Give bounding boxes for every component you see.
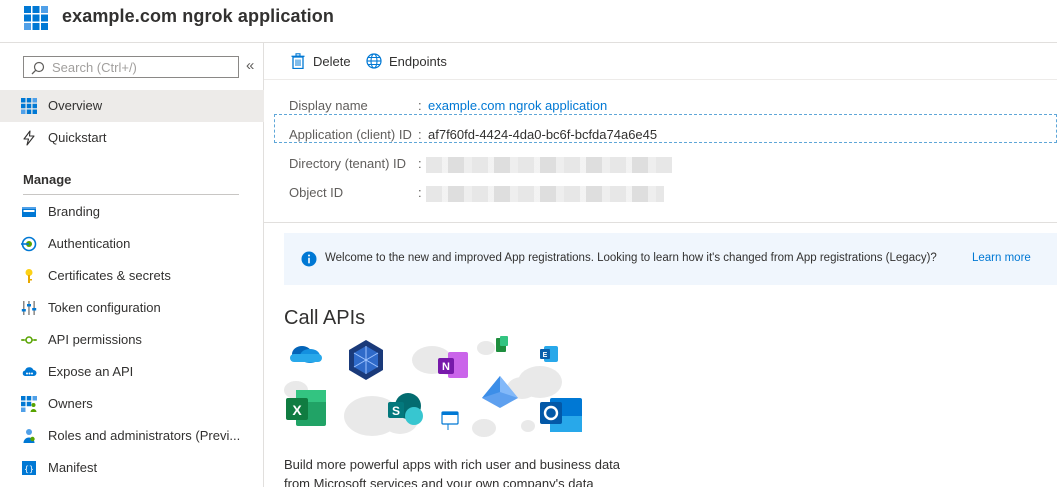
sidebar-item-overview[interactable]: Overview: [0, 90, 264, 122]
sidebar-item-certificates-secrets[interactable]: Certificates & secrets: [0, 260, 264, 292]
info-icon: [301, 251, 317, 267]
branding-icon: [22, 207, 36, 217]
sidebar-item-label: Expose an API: [48, 364, 134, 379]
sidebar-item-label: Authentication: [48, 236, 131, 251]
sidebar-item-quickstart[interactable]: Quickstart: [0, 122, 264, 154]
command-bar: Delete Endpoints: [264, 43, 1057, 80]
sidebar-item-label: Quickstart: [48, 130, 107, 145]
endpoints-label: Endpoints: [389, 54, 447, 69]
api-permissions-icon: [21, 336, 37, 344]
separator: :: [418, 185, 422, 200]
sidebar-item-label: Branding: [48, 204, 101, 219]
sidebar-item-owners[interactable]: Owners: [0, 388, 264, 420]
tenant-id-label: Directory (tenant) ID: [289, 156, 407, 171]
azure-hexagon-icon: [349, 340, 383, 380]
title-bar: example.com ngrok application: [0, 0, 1057, 43]
manifest-icon: {}: [22, 461, 36, 475]
collapse-sidebar-button[interactable]: «: [246, 57, 254, 74]
delete-label: Delete: [313, 54, 351, 69]
app-registration-icon: [24, 6, 48, 30]
redacted-object-id: [426, 186, 664, 202]
svg-text:X: X: [292, 402, 302, 418]
sidebar-item-label: Manifest: [48, 460, 98, 475]
call-apis-title: Call APIs: [284, 307, 366, 329]
essentials-row-object-id: Object ID :: [264, 173, 1057, 202]
roles-icon: [23, 429, 35, 443]
search-box[interactable]: [23, 56, 239, 78]
svg-text:N: N: [442, 361, 450, 373]
sidebar-item-branding[interactable]: Branding: [0, 196, 264, 228]
sidebar-item-label: Token configuration: [48, 300, 161, 315]
section-header-manage: Manage: [23, 172, 72, 187]
owners-icon: [21, 396, 37, 412]
exchange-icon: E: [540, 346, 558, 362]
sidebar-item-token-configuration[interactable]: Token configuration: [0, 292, 264, 324]
sidebar-item-api-permissions[interactable]: API permissions: [0, 324, 264, 356]
app-window-icon: [441, 411, 459, 430]
endpoints-button[interactable]: Endpoints: [366, 53, 456, 71]
display-name-link[interactable]: example.com ngrok application: [428, 98, 607, 113]
svg-text:{}: {}: [24, 465, 34, 474]
svg-text:S: S: [392, 404, 400, 418]
authentication-icon: [21, 236, 37, 252]
sidebar-item-label: API permissions: [48, 332, 142, 347]
cloud-api-icon: [22, 367, 37, 376]
display-name-label: Display name: [289, 98, 368, 113]
outlook-icon: [540, 398, 582, 432]
section-divider: [23, 194, 239, 195]
microsoft-services-illustration: N E X S: [284, 336, 582, 437]
sidebar: « Overview Quickstart Manage Branding: [0, 43, 264, 487]
sidebar-item-manifest[interactable]: {} Manifest: [0, 452, 264, 484]
trash-icon: [291, 53, 305, 69]
delete-button[interactable]: Delete: [290, 53, 354, 71]
sidebar-item-roles-administrators[interactable]: Roles and administrators (Previ...: [0, 420, 264, 452]
onedrive-icon: [290, 346, 322, 363]
sidebar-item-expose-an-api[interactable]: Expose an API: [0, 356, 264, 388]
learn-more-link[interactable]: Learn more: [972, 252, 1031, 264]
sidebar-item-label: Owners: [48, 396, 93, 411]
call-apis-description: Build more powerful apps with rich user …: [284, 457, 621, 487]
planner-icon: [496, 336, 508, 352]
token-config-icon: [21, 301, 37, 315]
separator: :: [418, 98, 422, 113]
sidebar-item-authentication[interactable]: Authentication: [0, 228, 264, 260]
search-icon: [31, 61, 45, 75]
separator: :: [418, 156, 422, 171]
sidebar-item-label: Overview: [48, 98, 103, 113]
banner-text: Welcome to the new and improved App regi…: [325, 252, 937, 264]
key-icon: [25, 269, 33, 283]
lightning-icon: [23, 130, 35, 146]
search-input[interactable]: [52, 59, 232, 75]
essentials-row-tenant-id: Directory (tenant) ID :: [264, 144, 1057, 173]
globe-icon: [366, 53, 382, 69]
info-banner: Welcome to the new and improved App regi…: [284, 233, 1057, 285]
sidebar-item-label: Roles and administrators (Previ...: [48, 428, 241, 443]
object-id-label: Object ID: [289, 185, 344, 200]
sidebar-item-label: Certificates & secrets: [48, 268, 171, 283]
essentials-row-display-name: Display name : example.com ngrok applica…: [264, 86, 1057, 115]
grid-icon: [21, 98, 37, 114]
redacted-tenant-id: [426, 157, 672, 173]
essentials-panel: Display name : example.com ngrok applica…: [264, 80, 1057, 223]
focus-outline: [274, 114, 1057, 143]
svg-text:E: E: [543, 352, 548, 359]
page-title: example.com ngrok application: [62, 6, 334, 26]
